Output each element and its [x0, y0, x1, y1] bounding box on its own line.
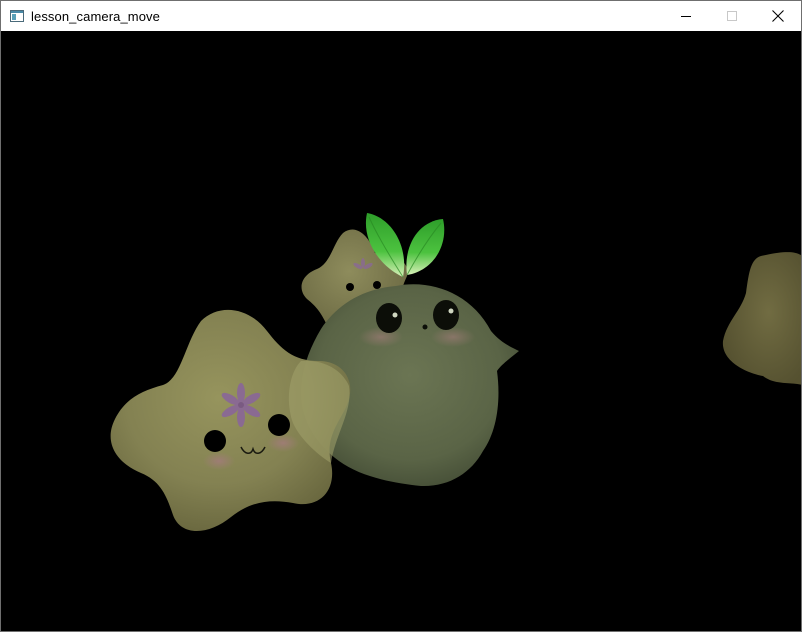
app-window: lesson_camera_move — [0, 0, 802, 632]
scene-canvas — [110, 213, 801, 531]
small-star-left-eye — [346, 283, 354, 291]
partial-star-creature — [722, 252, 801, 385]
blob-left-eye — [376, 303, 402, 333]
render-viewport[interactable] — [1, 31, 801, 631]
maximize-icon — [727, 11, 737, 21]
app-window-icon — [10, 10, 24, 22]
star-right-eye — [268, 414, 290, 436]
minimize-icon — [681, 16, 691, 17]
small-star-right-eye — [373, 281, 381, 289]
title-bar[interactable]: lesson_camera_move — [1, 1, 801, 31]
close-icon — [772, 10, 784, 22]
blob-right-eye — [433, 300, 459, 330]
blob-nose — [422, 324, 428, 330]
minimize-button[interactable] — [663, 1, 709, 31]
star-left-blush — [203, 452, 235, 470]
close-button[interactable] — [755, 1, 801, 31]
window-title: lesson_camera_move — [31, 8, 160, 24]
star-left-eye — [204, 430, 226, 452]
blob-right-blush — [431, 327, 475, 347]
maximize-button[interactable] — [709, 1, 755, 31]
star-right-blush — [267, 434, 299, 452]
